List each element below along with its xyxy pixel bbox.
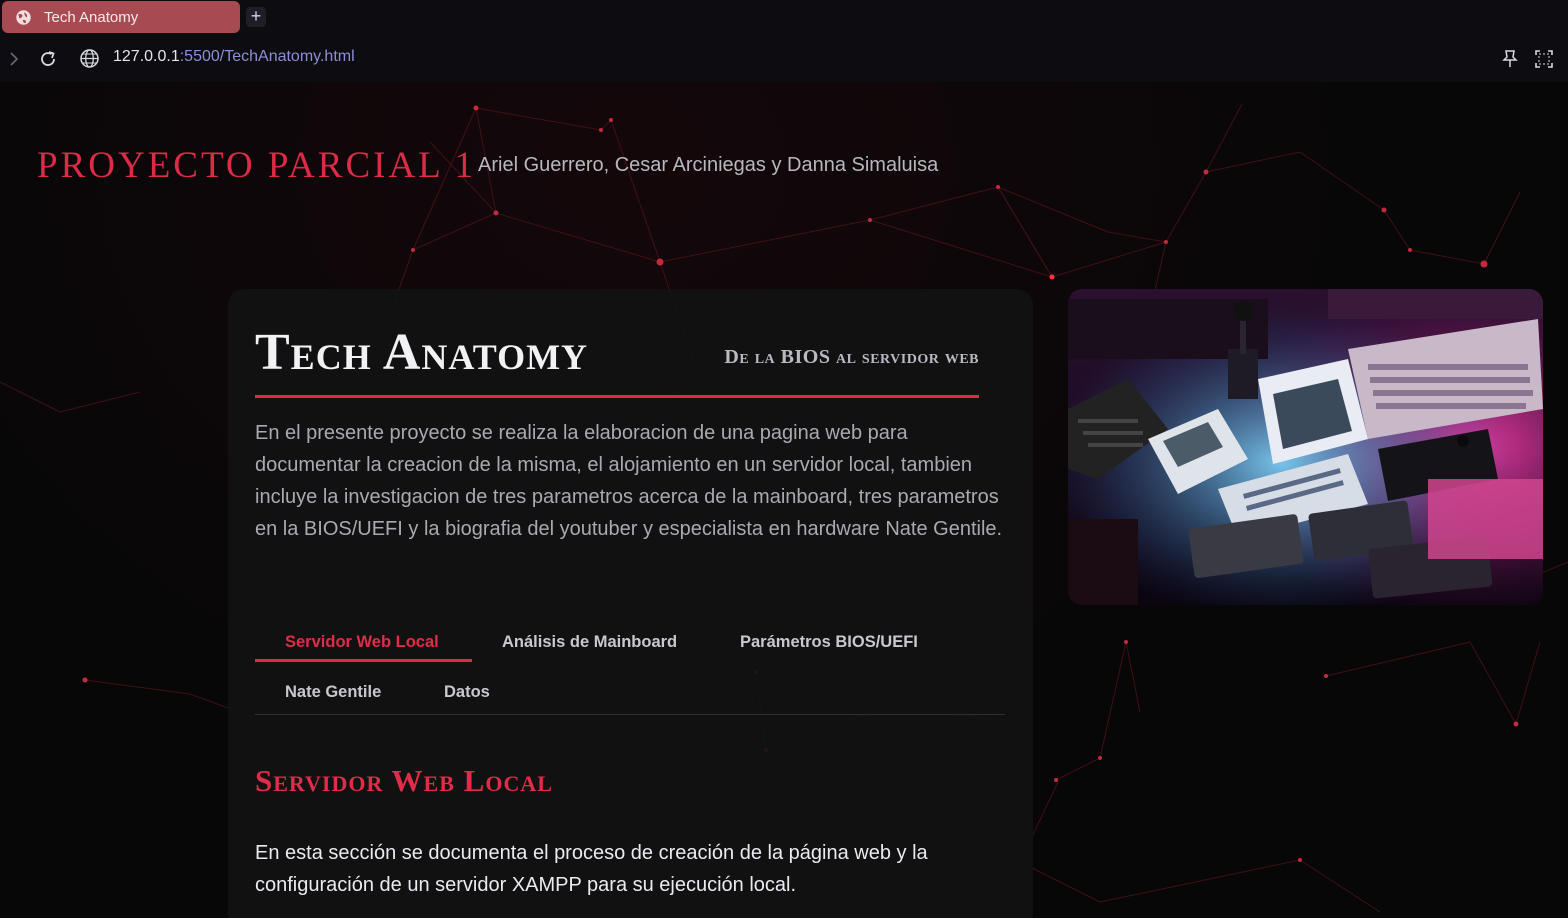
tab-servidor-web-local[interactable]: Servidor Web Local — [285, 633, 439, 652]
new-tab-button[interactable]: + — [246, 7, 266, 27]
card-heading: Tech Anatomy De la BIOS al servidor web — [255, 319, 979, 398]
authors-text: Ariel Guerrero, Cesar Arciniegas y Danna… — [478, 154, 939, 176]
tab-datos[interactable]: Datos — [444, 683, 490, 702]
tab-parametros-bios[interactable]: Parámetros BIOS/UEFI — [740, 633, 918, 652]
main-subtitle: De la BIOS al servidor web — [724, 346, 979, 368]
main-title: Tech Anatomy — [255, 324, 589, 381]
reload-icon[interactable] — [38, 49, 58, 69]
url-field[interactable]: 127.0.0.1:5500/TechAnatomy.html — [113, 48, 355, 66]
address-bar: 127.0.0.1:5500/TechAnatomy.html — [0, 36, 1568, 82]
pin-icon[interactable] — [1501, 49, 1519, 69]
section-tabs: Servidor Web Local Análisis de Mainboard… — [255, 614, 1005, 715]
screenshot-icon[interactable] — [1534, 49, 1554, 69]
section-description: En esta sección se documenta el proceso … — [255, 842, 928, 896]
hero-image-retro-computers — [1068, 289, 1543, 605]
globe-icon — [16, 10, 31, 25]
url-host: 127.0.0.1 — [113, 48, 180, 65]
forward-icon[interactable] — [8, 51, 20, 67]
browser-tab-title: Tech Anatomy — [44, 9, 139, 26]
intro-card: Tech Anatomy De la BIOS al servidor web … — [228, 289, 1033, 918]
page-viewport: PROYECTO PARCIAL 1 Ariel Guerrero, Cesar… — [0, 82, 1568, 918]
site-info-icon[interactable] — [79, 48, 100, 69]
site-title: PROYECTO PARCIAL 1 — [37, 145, 477, 186]
section-title: Servidor Web Local — [255, 763, 553, 798]
browser-tab[interactable]: Tech Anatomy — [2, 1, 240, 33]
url-path: :5500/TechAnatomy.html — [179, 48, 355, 65]
tab-analisis-mainboard[interactable]: Análisis de Mainboard — [502, 633, 677, 652]
intro-paragraph: En el presente proyecto se realiza la el… — [255, 422, 1003, 540]
browser-tab-strip: Tech Anatomy + — [0, 0, 1568, 36]
active-tab-indicator — [255, 659, 472, 662]
tab-nate-gentile[interactable]: Nate Gentile — [285, 683, 381, 702]
